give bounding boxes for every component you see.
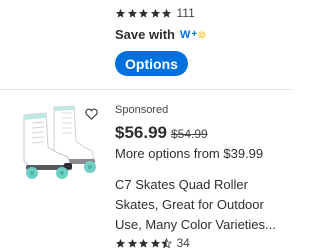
star-icon — [161, 8, 172, 18]
current-price: $56.99 — [115, 123, 167, 142]
was-price: $54.99 — [171, 127, 208, 141]
save-with-label: Save with — [115, 27, 175, 42]
half-star-icon — [161, 237, 172, 248]
price-row: $56.99 $54.99 — [115, 123, 208, 143]
options-button[interactable]: Options — [115, 51, 188, 76]
star-icon — [115, 238, 126, 248]
more-options-link[interactable]: More options from $39.99 — [115, 146, 263, 162]
product-rating-row: 34 — [115, 236, 190, 250]
product-title-line: Use, Many Color Varieties... — [115, 217, 276, 232]
star-icon — [138, 238, 149, 248]
star-icon — [138, 8, 149, 18]
star-icon — [127, 8, 137, 18]
star-icon — [150, 238, 160, 248]
divider — [0, 89, 293, 90]
rating-row: 111 — [115, 6, 195, 20]
spark-icon — [198, 31, 207, 39]
product-review-count: 34 — [176, 236, 190, 250]
save-with-walmart-plus: Save with W + — [115, 27, 207, 43]
star-icon — [115, 8, 126, 18]
heart-icon — [84, 108, 98, 120]
product-title[interactable]: C7 Skates Quad Roller Skates, Great for … — [115, 175, 287, 235]
star-icon — [127, 238, 137, 248]
product-rating-stars — [115, 237, 173, 249]
walmart-plus-w: W — [179, 29, 191, 41]
star-icon — [150, 8, 160, 18]
product-title-line: C7 Skates Quad Roller — [115, 177, 248, 192]
rating-stars — [115, 8, 173, 19]
review-count: 111 — [176, 6, 195, 20]
favorite-button[interactable] — [82, 105, 100, 123]
sponsored-label: Sponsored — [115, 104, 169, 116]
walmart-plus-logo: W + — [179, 29, 207, 41]
walmart-plus-plus: + — [191, 29, 198, 40]
product-title-line: Skates, Great for Outdoor — [115, 197, 264, 212]
